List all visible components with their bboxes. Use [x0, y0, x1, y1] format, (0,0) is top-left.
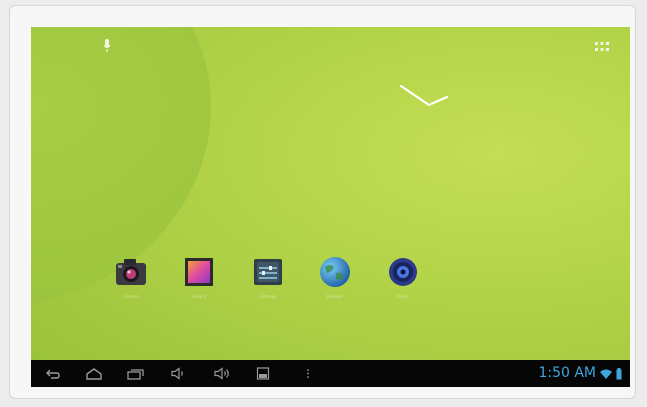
system-navigation-bar: 1:50 AM — [31, 360, 630, 387]
settings-icon — [254, 259, 282, 285]
home-app-shortcuts: Camera Gallery Settings Browser Music — [107, 253, 427, 311]
voice-search-icon[interactable] — [102, 38, 112, 54]
battery-icon — [616, 367, 622, 379]
app-shortcut-music[interactable]: Music — [379, 253, 427, 311]
menu-icon[interactable] — [305, 366, 311, 381]
analog-clock-widget[interactable] — [397, 83, 453, 113]
status-area[interactable]: 1:50 AM — [538, 365, 622, 382]
wifi-icon — [600, 369, 612, 379]
home-icon[interactable] — [84, 366, 104, 381]
clock-time: 1:50 AM — [538, 365, 596, 381]
recent-apps-icon[interactable] — [126, 366, 146, 381]
app-shortcut-settings[interactable]: Settings — [244, 253, 292, 311]
music-speaker-icon — [389, 258, 417, 286]
app-label: Gallery — [191, 294, 207, 299]
back-icon[interactable] — [45, 366, 61, 381]
app-shortcut-browser[interactable]: Browser — [311, 253, 359, 311]
app-label: Camera — [123, 294, 139, 299]
app-label: Settings — [259, 294, 277, 299]
home-screen: Camera Gallery Settings Browser Music 1:… — [31, 27, 630, 387]
app-shortcut-gallery[interactable]: Gallery — [175, 253, 223, 311]
browser-globe-icon — [320, 257, 350, 287]
app-label: Music — [397, 294, 409, 299]
app-label: Browser — [326, 294, 344, 299]
volume-down-icon[interactable] — [170, 366, 186, 381]
screenshot-icon[interactable] — [256, 366, 270, 381]
volume-up-icon[interactable] — [213, 366, 231, 381]
gallery-icon — [185, 258, 213, 286]
camera-icon — [116, 259, 146, 285]
all-apps-icon[interactable] — [594, 38, 610, 51]
app-shortcut-camera[interactable]: Camera — [107, 253, 155, 311]
